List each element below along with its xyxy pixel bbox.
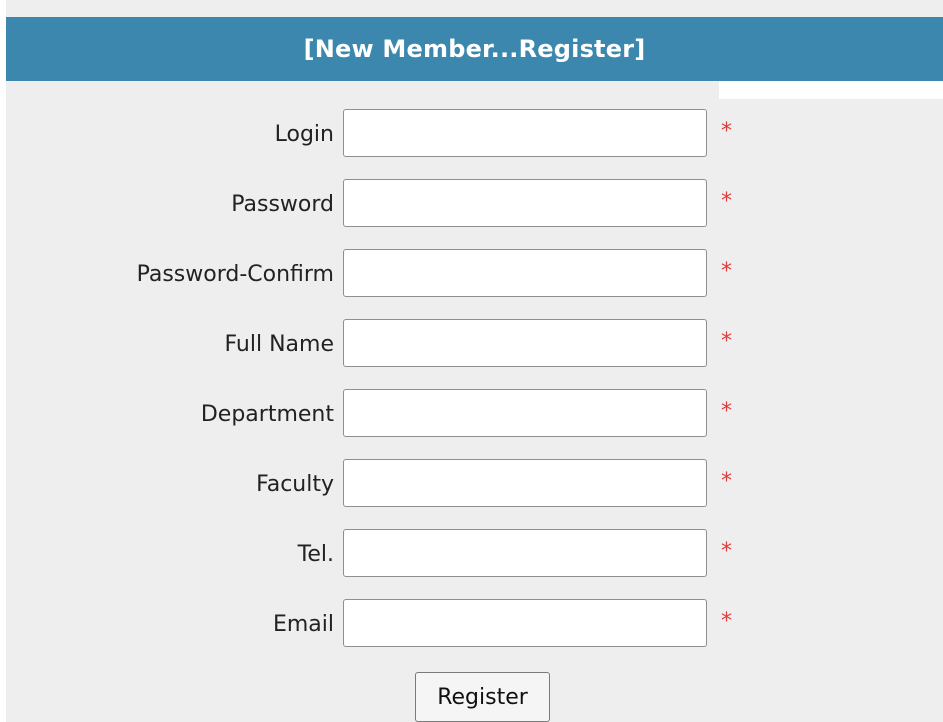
full-name-input[interactable]	[343, 319, 707, 367]
email-label: Email	[272, 612, 334, 637]
required-asterisk: *	[721, 399, 732, 424]
login-label: Login	[274, 122, 334, 147]
required-asterisk: *	[721, 539, 732, 564]
login-input[interactable]	[343, 109, 707, 157]
faculty-label: Faculty	[256, 472, 334, 497]
tel-label: Tel.	[297, 542, 334, 567]
header-notch	[719, 81, 943, 99]
faculty-input[interactable]	[343, 459, 707, 507]
register-button[interactable]: Register	[415, 672, 550, 722]
page-title: [New Member...Register]	[6, 17, 943, 81]
required-asterisk: *	[721, 329, 732, 354]
password-input[interactable]	[343, 179, 707, 227]
password-label: Password	[231, 192, 334, 217]
required-asterisk: *	[721, 259, 732, 284]
tel-input[interactable]	[343, 529, 707, 577]
department-label: Department	[200, 402, 334, 427]
password-confirm-label: Password-Confirm	[136, 262, 334, 287]
department-input[interactable]	[343, 389, 707, 437]
required-asterisk: *	[721, 469, 732, 494]
password-confirm-input[interactable]	[343, 249, 707, 297]
required-asterisk: *	[721, 189, 732, 214]
full-name-label: Full Name	[224, 332, 334, 357]
email-input[interactable]	[343, 599, 707, 647]
required-asterisk: *	[721, 609, 732, 634]
required-asterisk: *	[721, 119, 732, 144]
